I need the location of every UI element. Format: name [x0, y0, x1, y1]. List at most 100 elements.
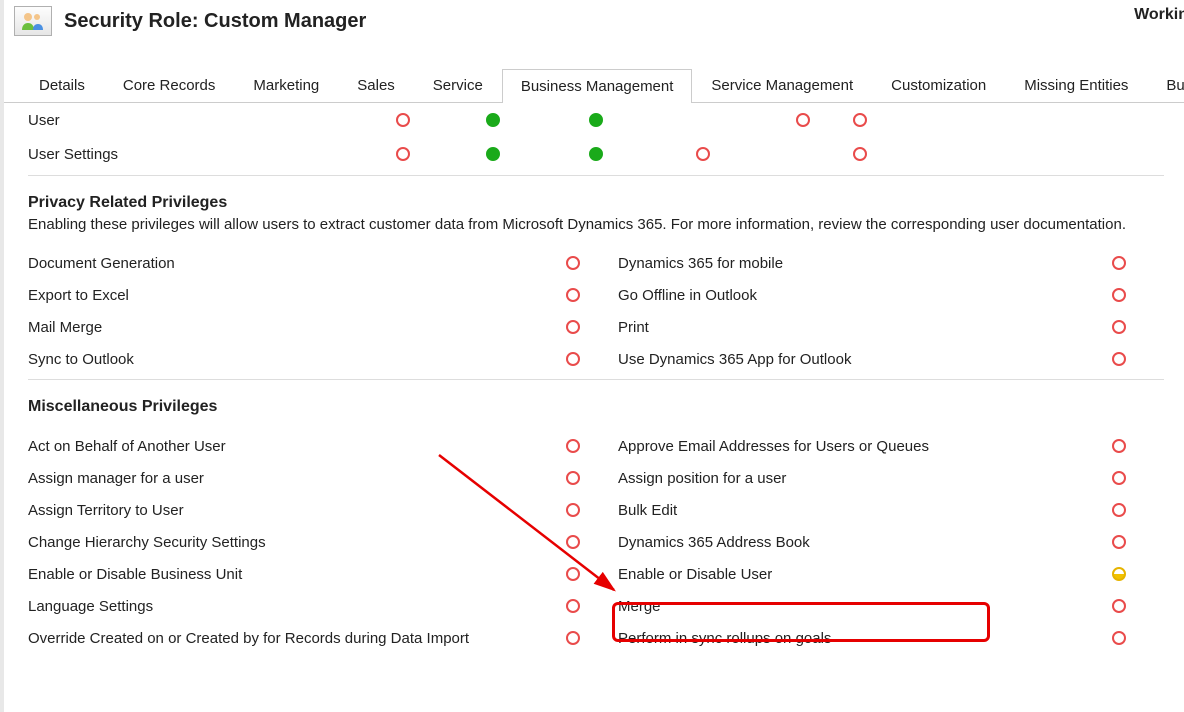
priv-row: Bulk Edit: [618, 494, 1164, 526]
priv-label: Approve Email Addresses for Users or Que…: [618, 438, 1104, 455]
priv-row: Perform in sync rollups on goals: [618, 622, 1164, 654]
priv-row: Dynamics 365 for mobile: [618, 247, 1164, 279]
priv-toggle[interactable]: [566, 535, 580, 549]
tab-details[interactable]: Details: [20, 68, 104, 102]
priv-label: Mail Merge: [28, 319, 558, 336]
priv-label: Dynamics 365 for mobile: [618, 255, 1104, 272]
priv-row: Change Hierarchy Security Settings: [28, 526, 618, 558]
priv-toggle[interactable]: [566, 288, 580, 302]
priv-toggle[interactable]: [853, 113, 867, 127]
section-privacy-heading: Privacy Related Privileges: [28, 194, 1164, 212]
priv-row: Merge: [618, 590, 1164, 622]
priv-label: Change Hierarchy Security Settings: [28, 534, 558, 551]
priv-toggle[interactable]: [566, 256, 580, 270]
tab-sales[interactable]: Sales: [338, 68, 414, 102]
priv-toggle[interactable]: [396, 147, 410, 161]
priv-toggle[interactable]: [566, 439, 580, 453]
pane: User User Settings Privacy Related Privi…: [4, 103, 1184, 654]
priv-row-enable-disable-user: Enable or Disable User: [618, 558, 1164, 590]
tab-service[interactable]: Service: [414, 68, 502, 102]
tab-customization[interactable]: Customization: [872, 68, 1005, 102]
priv-toggle[interactable]: [486, 113, 500, 127]
security-role-editor: Security Role: Custom Manager Workin Det…: [0, 0, 1184, 712]
priv-row: Sync to Outlook: [28, 343, 618, 375]
priv-toggle[interactable]: [1112, 503, 1126, 517]
priv-row: Language Settings: [28, 590, 618, 622]
separator: [28, 175, 1164, 176]
tab-business-management[interactable]: Business Management: [502, 69, 693, 103]
tab-missing-entities[interactable]: Missing Entities: [1005, 68, 1147, 102]
priv-toggle[interactable]: [589, 113, 603, 127]
priv-toggle[interactable]: [1112, 320, 1126, 334]
priv-label: Go Offline in Outlook: [618, 287, 1104, 304]
priv-row: Mail Merge: [28, 311, 618, 343]
priv-label: Bulk Edit: [618, 502, 1104, 519]
priv-toggle[interactable]: [796, 113, 810, 127]
priv-toggle[interactable]: [1112, 471, 1126, 485]
section-misc-heading: Miscellaneous Privileges: [28, 398, 1164, 416]
priv-toggle[interactable]: [566, 352, 580, 366]
priv-toggle[interactable]: [566, 567, 580, 581]
priv-label: Dynamics 365 Address Book: [618, 534, 1104, 551]
priv-label: Enable or Disable User: [618, 566, 1104, 583]
priv-row: Assign Territory to User: [28, 494, 618, 526]
tab-strip: Details Core Records Marketing Sales Ser…: [4, 68, 1184, 103]
priv-toggle[interactable]: [1112, 599, 1126, 613]
tab-business-process[interactable]: Business Process F: [1147, 68, 1184, 102]
priv-row: Go Offline in Outlook: [618, 279, 1164, 311]
priv-toggle[interactable]: [396, 113, 410, 127]
priv-toggle[interactable]: [589, 147, 603, 161]
entity-label: User Settings: [28, 146, 358, 163]
priv-toggle[interactable]: [1112, 352, 1126, 366]
priv-toggle[interactable]: [566, 599, 580, 613]
priv-toggle[interactable]: [566, 503, 580, 517]
priv-toggle[interactable]: [566, 631, 580, 645]
priv-label: Assign position for a user: [618, 470, 1104, 487]
priv-row: Dynamics 365 Address Book: [618, 526, 1164, 558]
priv-label: Override Created on or Created by for Re…: [28, 630, 558, 647]
priv-toggle[interactable]: [566, 471, 580, 485]
priv-label: Perform in sync rollups on goals: [618, 630, 1104, 647]
priv-label: Language Settings: [28, 598, 558, 615]
priv-row: Assign manager for a user: [28, 462, 618, 494]
entity-row-user: User: [28, 103, 1164, 137]
priv-row: Approve Email Addresses for Users or Que…: [618, 430, 1164, 462]
priv-row: Document Generation: [28, 247, 618, 279]
priv-label: Sync to Outlook: [28, 351, 558, 368]
priv-toggle[interactable]: [1112, 439, 1126, 453]
priv-label: Use Dynamics 365 App for Outlook: [618, 351, 1104, 368]
misc-grid: Act on Behalf of Another User Assign man…: [28, 430, 1164, 654]
priv-toggle-enable-disable-user[interactable]: [1112, 567, 1126, 581]
priv-row: Use Dynamics 365 App for Outlook: [618, 343, 1164, 375]
section-privacy-desc: Enabling these privileges will allow use…: [28, 216, 1164, 233]
priv-toggle[interactable]: [696, 147, 710, 161]
priv-label: Export to Excel: [28, 287, 558, 304]
entity-row-user-settings: User Settings: [28, 137, 1164, 171]
priv-toggle[interactable]: [1112, 535, 1126, 549]
priv-label: Print: [618, 319, 1104, 336]
priv-toggle[interactable]: [566, 320, 580, 334]
role-icon: [14, 6, 52, 36]
priv-row: Act on Behalf of Another User: [28, 430, 618, 462]
priv-toggle[interactable]: [1112, 256, 1126, 270]
priv-label: Enable or Disable Business Unit: [28, 566, 558, 583]
priv-label: Act on Behalf of Another User: [28, 438, 558, 455]
priv-row: Enable or Disable Business Unit: [28, 558, 618, 590]
tab-marketing[interactable]: Marketing: [234, 68, 338, 102]
priv-toggle[interactable]: [853, 147, 867, 161]
priv-label: Document Generation: [28, 255, 558, 272]
page-title: Security Role: Custom Manager: [64, 10, 366, 33]
tab-core-records[interactable]: Core Records: [104, 68, 235, 102]
priv-row: Assign position for a user: [618, 462, 1164, 494]
privacy-grid: Document Generation Export to Excel Mail…: [28, 247, 1164, 375]
separator: [28, 379, 1164, 380]
priv-toggle[interactable]: [486, 147, 500, 161]
priv-toggle[interactable]: [1112, 288, 1126, 302]
priv-label: Assign Territory to User: [28, 502, 558, 519]
priv-row: Override Created on or Created by for Re…: [28, 622, 618, 654]
entity-label: User: [28, 112, 358, 129]
priv-row: Print: [618, 311, 1164, 343]
priv-toggle[interactable]: [1112, 631, 1126, 645]
priv-label: Merge: [618, 598, 1104, 615]
tab-service-management[interactable]: Service Management: [692, 68, 872, 102]
